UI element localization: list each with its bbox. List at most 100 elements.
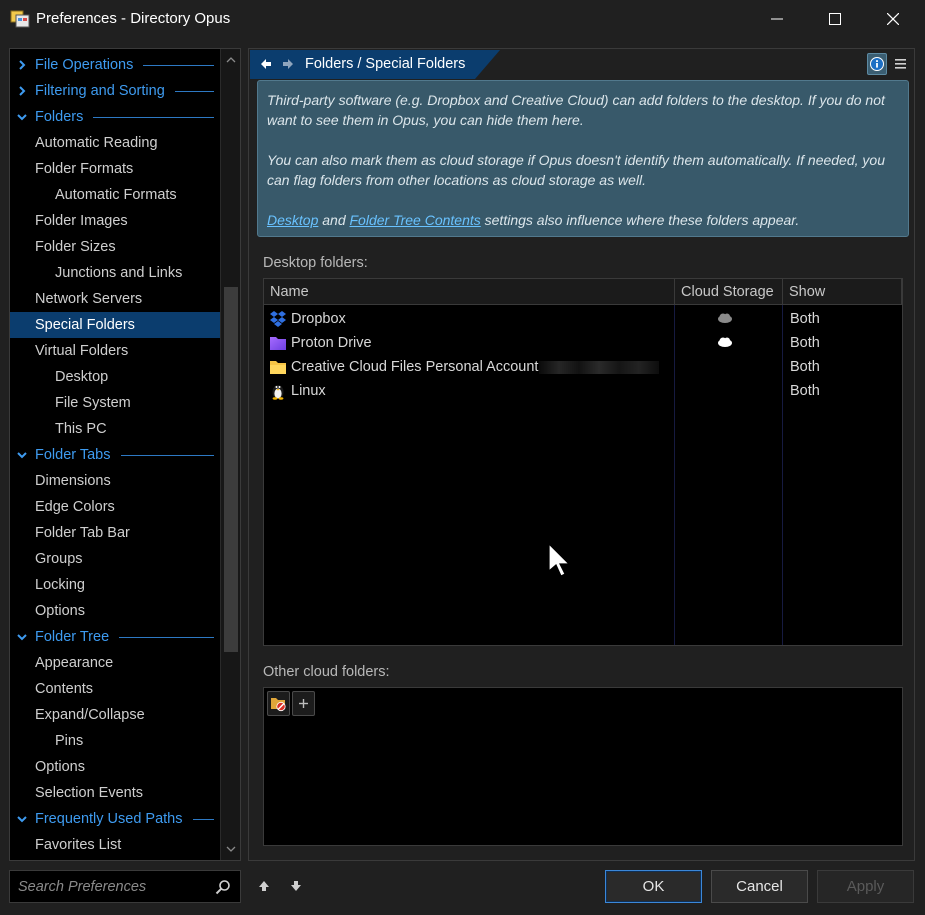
tree-section-frequently-used-paths[interactable]: Frequently Used Paths bbox=[10, 806, 220, 832]
tree-item-contents[interactable]: Contents bbox=[10, 676, 220, 702]
panel-menu-button[interactable] bbox=[891, 53, 909, 75]
tree-item-junctions-and-links[interactable]: Junctions and Links bbox=[10, 260, 220, 286]
chevron-down-icon[interactable] bbox=[16, 449, 28, 461]
mouse-cursor-icon bbox=[548, 543, 570, 577]
tree-section-folders[interactable]: Folders bbox=[10, 104, 220, 130]
tree-item-network-servers[interactable]: Network Servers bbox=[10, 286, 220, 312]
chevron-down-icon[interactable] bbox=[16, 813, 28, 825]
search-box[interactable] bbox=[9, 870, 241, 903]
tree-item-label: Desktop bbox=[55, 369, 109, 385]
column-name[interactable]: Name bbox=[264, 279, 675, 305]
dropbox-icon bbox=[270, 311, 286, 327]
table-row[interactable]: Dropbox Both bbox=[264, 307, 902, 331]
scroll-down-icon[interactable] bbox=[226, 844, 236, 854]
cancel-button[interactable]: Cancel bbox=[711, 870, 808, 903]
tree-item-desktop[interactable]: Desktop bbox=[10, 364, 220, 390]
tree-item-selection-events[interactable]: Selection Events bbox=[10, 780, 220, 806]
tree-item-groups[interactable]: Groups bbox=[10, 546, 220, 572]
add-folder-button[interactable] bbox=[292, 691, 315, 716]
scroll-up-icon[interactable] bbox=[226, 55, 236, 65]
tree-item-label: Network Servers bbox=[35, 291, 143, 307]
back-arrow-icon[interactable] bbox=[260, 58, 272, 70]
tree-item-label: Folder Tab Bar bbox=[35, 525, 130, 541]
tree-section-folder-tabs[interactable]: Folder Tabs bbox=[10, 442, 220, 468]
tree-item-label: Dimensions bbox=[35, 473, 111, 489]
tree-item-label: Contents bbox=[35, 681, 94, 697]
minimize-button[interactable] bbox=[748, 0, 806, 38]
row-show[interactable]: Both bbox=[790, 307, 820, 331]
tree-item-label: Folders bbox=[35, 109, 84, 125]
tree-item-dimensions[interactable]: Dimensions bbox=[10, 468, 220, 494]
remove-folder-button[interactable] bbox=[267, 691, 290, 716]
section-divider-line bbox=[93, 117, 214, 118]
tree-item-options[interactable]: Options bbox=[10, 598, 220, 624]
section-divider-line bbox=[143, 65, 214, 66]
folder-icon bbox=[270, 361, 286, 374]
apply-button[interactable]: Apply bbox=[817, 870, 914, 903]
gray-cloud-icon[interactable] bbox=[716, 312, 734, 324]
row-show[interactable]: Both bbox=[790, 379, 820, 403]
tree-item-automatic-formats[interactable]: Automatic Formats bbox=[10, 182, 220, 208]
tree-item-options[interactable]: Options bbox=[10, 754, 220, 780]
tree-item-folder-sizes[interactable]: Folder Sizes bbox=[10, 234, 220, 260]
chevron-right-icon[interactable] bbox=[16, 59, 28, 71]
tree-item-folder-tab-bar[interactable]: Folder Tab Bar bbox=[10, 520, 220, 546]
section-divider-line bbox=[174, 91, 214, 92]
tree-item-label: Filtering and Sorting bbox=[35, 83, 165, 99]
close-button[interactable] bbox=[864, 0, 922, 38]
desktop-link[interactable]: Desktop bbox=[267, 212, 318, 228]
tree-section-folder-tree[interactable]: Folder Tree bbox=[10, 624, 220, 650]
white-cloud-icon[interactable] bbox=[716, 336, 734, 348]
table-row[interactable]: Linux Both bbox=[264, 379, 902, 403]
tree-item-label: File Operations bbox=[35, 57, 134, 73]
search-icon[interactable] bbox=[215, 879, 231, 895]
chevron-down-icon[interactable] bbox=[16, 631, 28, 643]
tree-scrollbar[interactable] bbox=[220, 49, 240, 860]
row-name: Proton Drive bbox=[291, 335, 372, 351]
tree-item-automatic-reading[interactable]: Automatic Reading bbox=[10, 130, 220, 156]
forward-arrow-icon[interactable] bbox=[282, 58, 294, 70]
tree-item-file-system[interactable]: File System bbox=[10, 390, 220, 416]
linux-penguin-icon bbox=[272, 385, 284, 400]
tree-item-expand-collapse[interactable]: Expand/Collapse bbox=[10, 702, 220, 728]
preferences-tree[interactable]: File Operations Filtering and Sorting Fold… bbox=[9, 48, 241, 861]
chevron-right-icon[interactable] bbox=[16, 85, 28, 97]
info-tail: settings also influence where these fold… bbox=[484, 212, 800, 228]
maximize-button[interactable] bbox=[806, 0, 864, 38]
row-show[interactable]: Both bbox=[790, 331, 820, 355]
desktop-folders-list[interactable]: Name Cloud Storage Show Dropbox Both Pro… bbox=[263, 278, 903, 646]
ok-button[interactable]: OK bbox=[605, 870, 702, 903]
tree-item-locking[interactable]: Locking bbox=[10, 572, 220, 598]
search-input[interactable] bbox=[18, 871, 208, 902]
info-toggle-button[interactable] bbox=[867, 53, 887, 75]
info-box: Third-party software (e.g. Dropbox and C… bbox=[257, 80, 909, 237]
tree-item-this-pc[interactable]: This PC bbox=[10, 416, 220, 442]
column-cloud-storage[interactable]: Cloud Storage bbox=[675, 279, 783, 305]
move-up-icon[interactable] bbox=[257, 879, 271, 893]
tree-item-virtual-folders[interactable]: Virtual Folders bbox=[10, 338, 220, 364]
table-row[interactable]: Proton Drive Both bbox=[264, 331, 902, 355]
table-row[interactable]: Creative Cloud Files Personal Account Bo… bbox=[264, 355, 902, 379]
chevron-down-icon[interactable] bbox=[16, 111, 28, 123]
tree-item-folder-formats[interactable]: Folder Formats bbox=[10, 156, 220, 182]
tree-item-label: Options bbox=[35, 603, 85, 619]
tree-item-label: Groups bbox=[35, 551, 83, 567]
tree-item-special-folders[interactable]: Special Folders bbox=[10, 312, 220, 338]
row-show[interactable]: Both bbox=[790, 355, 820, 379]
other-cloud-folders-list[interactable] bbox=[263, 687, 903, 846]
info-paragraph-2: You can also mark them as cloud storage … bbox=[267, 152, 885, 188]
folder-tree-contents-link[interactable]: Folder Tree Contents bbox=[350, 212, 481, 228]
tree-section-filtering-and-sorting[interactable]: Filtering and Sorting bbox=[10, 78, 220, 104]
scrollbar-thumb[interactable] bbox=[224, 287, 238, 652]
column-show[interactable]: Show bbox=[783, 279, 902, 305]
tree-item-favorites-list[interactable]: Favorites List bbox=[10, 832, 220, 858]
tree-item-edge-colors[interactable]: Edge Colors bbox=[10, 494, 220, 520]
tree-item-folder-images[interactable]: Folder Images bbox=[10, 208, 220, 234]
move-down-icon[interactable] bbox=[289, 879, 303, 893]
tree-item-label: Virtual Folders bbox=[35, 343, 129, 359]
row-name: Dropbox bbox=[291, 311, 346, 327]
tree-item-appearance[interactable]: Appearance bbox=[10, 650, 220, 676]
tree-item-label: Automatic Formats bbox=[55, 187, 177, 203]
tree-section-file-operations[interactable]: File Operations bbox=[10, 52, 220, 78]
tree-item-pins[interactable]: Pins bbox=[10, 728, 220, 754]
